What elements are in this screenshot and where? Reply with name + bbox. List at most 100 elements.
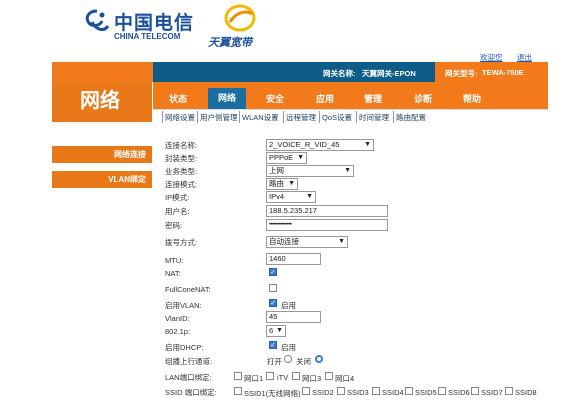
tab-diagnosis[interactable]: 诊断 (406, 90, 440, 109)
encap-label: 封装类型: (165, 154, 198, 163)
subnav-divider (283, 111, 284, 123)
mtu-input[interactable]: 1460 (266, 253, 321, 265)
vlan-enable-checkbox[interactable]: ✓ (269, 299, 277, 307)
service-label: 业务类型: (165, 167, 198, 176)
ip-mode-label: IP模式: (165, 193, 190, 202)
dial-label: 拨号方式: (165, 238, 198, 247)
subnav-divider (319, 111, 320, 123)
subnav-divider (356, 111, 357, 123)
section-title: 网络 (80, 90, 120, 112)
ssid1-checkbox[interactable] (234, 387, 242, 395)
nat-label: NAT: (165, 269, 181, 278)
conn-mode-value: 路由 (269, 179, 284, 188)
lan-port4-checkbox[interactable] (325, 372, 333, 380)
ssid-bind-label: SSID 端口绑定: (165, 388, 217, 397)
chevron-down-icon: ▼ (306, 193, 313, 200)
tab-application[interactable]: 应用 (308, 90, 342, 109)
chevron-down-icon: ▼ (364, 141, 371, 148)
multicast-off-text: 关闭 (296, 357, 311, 366)
vlan-enable-text: 启用 (281, 301, 296, 310)
conn-name-label: 连接名称: (165, 141, 198, 150)
multicast-off-radio[interactable] (315, 355, 323, 363)
chevron-down-icon: ▼ (297, 154, 304, 161)
service-value: 上网 (269, 166, 284, 175)
chevron-down-icon: ▼ (288, 180, 295, 187)
ssid5-checkbox[interactable] (405, 387, 413, 395)
conn-mode-label: 连接模式: (165, 180, 198, 189)
fullcone-label: FullConeNAT: (165, 285, 211, 294)
ip-mode-select[interactable]: IPv4 ▼ (266, 191, 316, 203)
encap-select[interactable]: PPPoE ▼ (266, 152, 307, 164)
subnav-divider (239, 111, 240, 123)
subnav-qos[interactable]: QoS设置 (322, 111, 352, 124)
gateway-name-label: 网关名称: (323, 69, 356, 78)
ssid6-text: SSID6 (448, 388, 470, 397)
lan-itv-text: iTV (277, 373, 289, 382)
tianyi-logo-icon (224, 4, 256, 32)
dhcp-checkbox[interactable]: ✓ (269, 341, 277, 349)
vlan-enable-label: 启用VLAN: (165, 301, 202, 310)
chevron-down-icon: ▼ (344, 167, 351, 174)
ssid2-checkbox[interactable] (302, 387, 310, 395)
service-select[interactable]: 上网 ▼ (266, 165, 354, 177)
lan-port3-text: 网口3 (302, 374, 322, 383)
ssid3-checkbox[interactable] (337, 387, 345, 395)
subnav-remote[interactable]: 远程管理 (286, 111, 316, 124)
username-input[interactable]: 188.5.235.217 (266, 205, 388, 217)
ssid4-checkbox[interactable] (372, 387, 380, 395)
multicast-label: 组播上行通道: (165, 357, 213, 366)
subnav-wlan[interactable]: WLAN设置 (242, 111, 279, 124)
tab-network[interactable]: 网络 (208, 88, 246, 109)
ssid1-text: SSID1(无线网络) (244, 389, 301, 398)
ssid6-checkbox[interactable] (438, 387, 446, 395)
tab-security[interactable]: 安全 (258, 90, 292, 109)
gateway-model-box: 网关型号: TEWA-750E (435, 62, 548, 82)
vlanid-label: VlanID: (165, 314, 190, 323)
lan-bind-label: LAN端口绑定: (165, 373, 212, 382)
section-title-box: 网络 (52, 82, 152, 122)
brand2-text: 天翼宽带 (208, 37, 252, 49)
lan-port1-text: 网口1 (244, 374, 264, 383)
lan-itv-checkbox[interactable] (266, 372, 274, 380)
conn-name-select[interactable]: 2_VOICE_R_VID_45 ▼ (266, 139, 374, 151)
username-label: 用户名: (165, 207, 190, 216)
gateway-name-value: 天翼网关-EPON (362, 69, 416, 78)
ip-mode-value: IPv4 (269, 192, 285, 201)
tab-status[interactable]: 状态 (163, 90, 193, 109)
dial-select[interactable]: 自动连接 ▼ (266, 236, 348, 248)
ssid3-text: SSID3 (347, 388, 369, 397)
p8021-select[interactable]: 6 ▼ (266, 325, 286, 337)
vlanid-input[interactable]: 45 (266, 311, 321, 323)
conn-name-value: 2_VOICE_R_VID_45 (269, 140, 340, 149)
subnav-divider (393, 111, 394, 123)
logo-en-text: CHINA TELECOM (114, 32, 181, 41)
tab-management[interactable]: 管理 (356, 90, 390, 109)
sidebar-item-network-connection[interactable]: 网络连接 (52, 146, 152, 163)
lan-port3-checkbox[interactable] (292, 372, 300, 380)
subnav-time[interactable]: 时间管理 (359, 111, 389, 124)
lan-port4-text: 网口4 (335, 374, 355, 383)
subnav-network-settings[interactable]: 网络设置 (165, 111, 195, 124)
gateway-model-label: 网关型号: (445, 69, 478, 78)
ssid8-checkbox[interactable] (505, 387, 513, 395)
encap-value: PPPoE (269, 153, 294, 162)
subnav-user-side[interactable]: 用户侧管理 (200, 111, 238, 124)
password-label: 密码: (165, 221, 183, 230)
nat-checkbox[interactable]: ✓ (269, 268, 277, 276)
conn-mode-select[interactable]: 路由 ▼ (266, 178, 298, 190)
tab-help[interactable]: 帮助 (455, 90, 489, 109)
dhcp-text: 启用 (281, 343, 296, 352)
ssid7-checkbox[interactable] (471, 387, 479, 395)
subnav-divider (162, 111, 163, 123)
password-input[interactable]: •••••••••••••• (266, 219, 388, 231)
fullcone-checkbox[interactable] (269, 284, 277, 292)
subnav-divider (197, 111, 198, 123)
subnav-route[interactable]: 路由配置 (396, 111, 426, 124)
logo-cn-text: 中国电信 (114, 13, 195, 34)
multicast-on-radio[interactable] (284, 355, 292, 363)
mtu-label: MTU: (165, 256, 184, 265)
p8021-label: 802.1p: (165, 327, 191, 336)
sidebar-item-vlan-binding[interactable]: VLAN绑定 (52, 171, 152, 188)
lan-port1-checkbox[interactable] (234, 372, 242, 380)
gateway-info-bar: 网关名称: 天翼网关-EPON 网关型号: TEWA-750E (153, 62, 548, 82)
